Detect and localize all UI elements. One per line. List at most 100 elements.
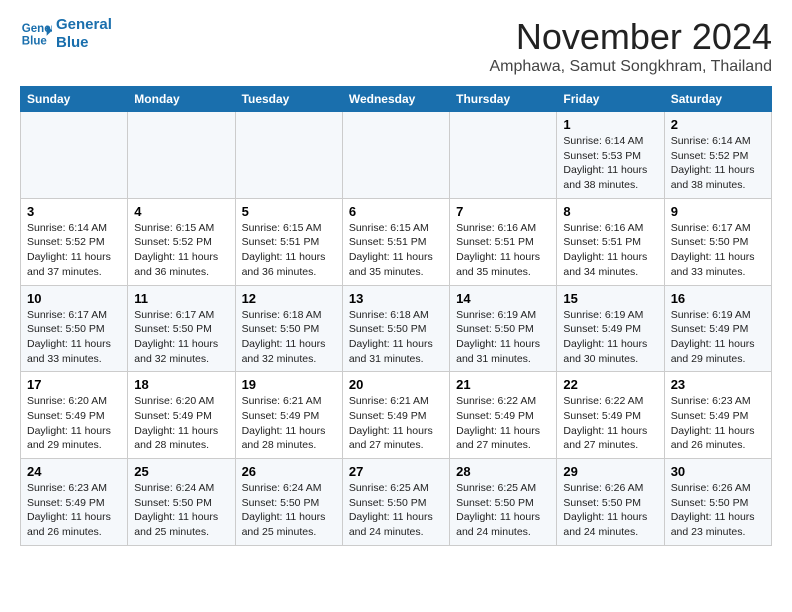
day-info: Sunrise: 6:15 AM Sunset: 5:51 PM Dayligh…	[349, 221, 443, 280]
day-number: 14	[456, 291, 550, 306]
title-block: November 2024 Amphawa, Samut Songkhram, …	[489, 16, 772, 76]
day-number: 4	[134, 204, 228, 219]
day-info: Sunrise: 6:22 AM Sunset: 5:49 PM Dayligh…	[563, 394, 657, 453]
day-info: Sunrise: 6:14 AM Sunset: 5:52 PM Dayligh…	[27, 221, 121, 280]
logo-line1: General	[56, 16, 112, 34]
calendar-cell	[21, 112, 128, 199]
calendar-week-4: 24Sunrise: 6:23 AM Sunset: 5:49 PM Dayli…	[21, 459, 772, 546]
day-number: 22	[563, 377, 657, 392]
day-info: Sunrise: 6:22 AM Sunset: 5:49 PM Dayligh…	[456, 394, 550, 453]
calendar-cell: 29Sunrise: 6:26 AM Sunset: 5:50 PM Dayli…	[557, 459, 664, 546]
logo-line2: Blue	[56, 34, 112, 52]
calendar-table: Sunday Monday Tuesday Wednesday Thursday…	[20, 86, 772, 546]
calendar-cell: 30 Sunrise: 6:26 AM Sunset: 5:50 PM Dayli…	[664, 459, 771, 546]
day-info: Sunrise: 6:18 AM Sunset: 5:50 PM Dayligh…	[349, 308, 443, 367]
col-monday: Monday	[128, 87, 235, 112]
calendar-cell: 11 Sunrise: 6:17 AM Sunset: 5:50 PM Dayli…	[128, 285, 235, 372]
day-info: Sunrise: 6:19 AM Sunset: 5:50 PM Dayligh…	[456, 308, 550, 367]
calendar-cell: 28 Sunrise: 6:25 AM Sunset: 5:50 PM Dayli…	[450, 459, 557, 546]
calendar-cell: 24Sunrise: 6:23 AM Sunset: 5:49 PM Dayli…	[21, 459, 128, 546]
svg-text:Blue: Blue	[22, 36, 48, 48]
day-info: Sunrise: 6:16 AM Sunset: 5:51 PM Dayligh…	[456, 221, 550, 280]
day-number: 15	[563, 291, 657, 306]
day-number: 10	[27, 291, 121, 306]
calendar-cell: 2Sunrise: 6:14 AM Sunset: 5:52 PM Daylig…	[664, 112, 771, 199]
day-info: Sunrise: 6:17 AM Sunset: 5:50 PM Dayligh…	[134, 308, 228, 367]
calendar-cell: 3 Sunrise: 6:14 AM Sunset: 5:52 PM Daylig…	[21, 198, 128, 285]
day-number: 11	[134, 291, 228, 306]
day-number: 12	[242, 291, 336, 306]
day-number: 9	[671, 204, 765, 219]
col-tuesday: Tuesday	[235, 87, 342, 112]
page-header: General Blue General Blue November 2024 …	[20, 16, 772, 76]
day-number: 8	[563, 204, 657, 219]
calendar-cell	[128, 112, 235, 199]
day-number: 21	[456, 377, 550, 392]
day-number: 20	[349, 377, 443, 392]
calendar-cell	[342, 112, 449, 199]
day-info: Sunrise: 6:14 AM Sunset: 5:52 PM Dayligh…	[671, 134, 765, 193]
calendar-cell: 16Sunrise: 6:19 AM Sunset: 5:49 PM Dayli…	[664, 285, 771, 372]
day-info: Sunrise: 6:19 AM Sunset: 5:49 PM Dayligh…	[671, 308, 765, 367]
day-number: 17	[27, 377, 121, 392]
logo: General Blue General Blue	[20, 16, 112, 52]
day-number: 13	[349, 291, 443, 306]
calendar-cell: 19 Sunrise: 6:21 AM Sunset: 5:49 PM Dayli…	[235, 372, 342, 459]
calendar-cell: 4 Sunrise: 6:15 AM Sunset: 5:52 PM Daylig…	[128, 198, 235, 285]
day-number: 3	[27, 204, 121, 219]
day-info: Sunrise: 6:15 AM Sunset: 5:51 PM Dayligh…	[242, 221, 336, 280]
col-sunday: Sunday	[21, 87, 128, 112]
month-title: November 2024	[489, 16, 772, 58]
logo-icon: General Blue	[20, 18, 52, 50]
day-number: 30	[671, 464, 765, 479]
calendar-cell: 6 Sunrise: 6:15 AM Sunset: 5:51 PM Daylig…	[342, 198, 449, 285]
day-info: Sunrise: 6:18 AM Sunset: 5:50 PM Dayligh…	[242, 308, 336, 367]
day-number: 7	[456, 204, 550, 219]
day-number: 28	[456, 464, 550, 479]
calendar-cell: 12 Sunrise: 6:18 AM Sunset: 5:50 PM Dayli…	[235, 285, 342, 372]
calendar-cell: 18 Sunrise: 6:20 AM Sunset: 5:49 PM Dayli…	[128, 372, 235, 459]
calendar-cell: 22 Sunrise: 6:22 AM Sunset: 5:49 PM Dayli…	[557, 372, 664, 459]
calendar-cell: 25 Sunrise: 6:24 AM Sunset: 5:50 PM Dayli…	[128, 459, 235, 546]
day-info: Sunrise: 6:24 AM Sunset: 5:50 PM Dayligh…	[134, 481, 228, 540]
day-info: Sunrise: 6:19 AM Sunset: 5:49 PM Dayligh…	[563, 308, 657, 367]
calendar-body: 1 Sunrise: 6:14 AM Sunset: 5:53 PM Daylig…	[21, 112, 772, 546]
day-info: Sunrise: 6:21 AM Sunset: 5:49 PM Dayligh…	[242, 394, 336, 453]
day-info: Sunrise: 6:14 AM Sunset: 5:53 PM Dayligh…	[563, 134, 657, 193]
day-info: Sunrise: 6:23 AM Sunset: 5:49 PM Dayligh…	[671, 394, 765, 453]
calendar-cell: 15 Sunrise: 6:19 AM Sunset: 5:49 PM Dayli…	[557, 285, 664, 372]
calendar-cell: 21 Sunrise: 6:22 AM Sunset: 5:49 PM Dayli…	[450, 372, 557, 459]
day-info: Sunrise: 6:21 AM Sunset: 5:49 PM Dayligh…	[349, 394, 443, 453]
day-info: Sunrise: 6:26 AM Sunset: 5:50 PM Dayligh…	[671, 481, 765, 540]
day-number: 6	[349, 204, 443, 219]
calendar-cell: 13 Sunrise: 6:18 AM Sunset: 5:50 PM Dayli…	[342, 285, 449, 372]
day-info: Sunrise: 6:25 AM Sunset: 5:50 PM Dayligh…	[456, 481, 550, 540]
calendar-cell: 17 Sunrise: 6:20 AM Sunset: 5:49 PM Dayli…	[21, 372, 128, 459]
calendar-cell: 20 Sunrise: 6:21 AM Sunset: 5:49 PM Dayli…	[342, 372, 449, 459]
day-info: Sunrise: 6:15 AM Sunset: 5:52 PM Dayligh…	[134, 221, 228, 280]
day-number: 24	[27, 464, 121, 479]
calendar-cell: 1 Sunrise: 6:14 AM Sunset: 5:53 PM Daylig…	[557, 112, 664, 199]
day-info: Sunrise: 6:24 AM Sunset: 5:50 PM Dayligh…	[242, 481, 336, 540]
day-number: 1	[563, 117, 657, 132]
calendar-cell: 8 Sunrise: 6:16 AM Sunset: 5:51 PM Daylig…	[557, 198, 664, 285]
location-subtitle: Amphawa, Samut Songkhram, Thailand	[489, 58, 772, 76]
calendar-cell: 26Sunrise: 6:24 AM Sunset: 5:50 PM Dayli…	[235, 459, 342, 546]
day-info: Sunrise: 6:17 AM Sunset: 5:50 PM Dayligh…	[27, 308, 121, 367]
calendar-cell: 23Sunrise: 6:23 AM Sunset: 5:49 PM Dayli…	[664, 372, 771, 459]
day-number: 25	[134, 464, 228, 479]
day-number: 19	[242, 377, 336, 392]
calendar-week-3: 17 Sunrise: 6:20 AM Sunset: 5:49 PM Dayli…	[21, 372, 772, 459]
calendar-cell: 27Sunrise: 6:25 AM Sunset: 5:50 PM Dayli…	[342, 459, 449, 546]
col-wednesday: Wednesday	[342, 87, 449, 112]
col-thursday: Thursday	[450, 87, 557, 112]
day-number: 18	[134, 377, 228, 392]
day-info: Sunrise: 6:25 AM Sunset: 5:50 PM Dayligh…	[349, 481, 443, 540]
calendar-week-2: 10 Sunrise: 6:17 AM Sunset: 5:50 PM Dayli…	[21, 285, 772, 372]
day-info: Sunrise: 6:20 AM Sunset: 5:49 PM Dayligh…	[27, 394, 121, 453]
day-info: Sunrise: 6:16 AM Sunset: 5:51 PM Dayligh…	[563, 221, 657, 280]
header-row: Sunday Monday Tuesday Wednesday Thursday…	[21, 87, 772, 112]
logo-text: General Blue	[56, 16, 112, 52]
day-info: Sunrise: 6:20 AM Sunset: 5:49 PM Dayligh…	[134, 394, 228, 453]
day-number: 29	[563, 464, 657, 479]
